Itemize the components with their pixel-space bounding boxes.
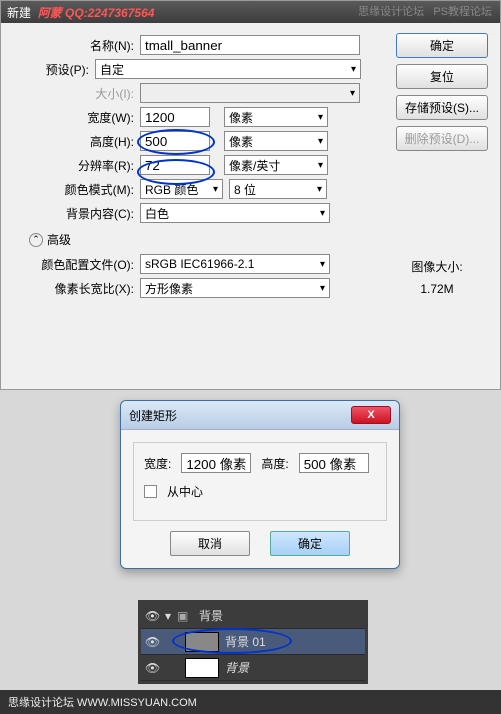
name-label: 名称(N): bbox=[15, 37, 140, 54]
form-area: 名称(N): 预设(P): 自定 大小(I): 宽度(W): 像素 高度(H):… bbox=[15, 31, 375, 302]
colorprofile-dropdown[interactable]: sRGB IEC61966-2.1 bbox=[140, 254, 330, 274]
delete-preset-button: 删除预设(D)... bbox=[396, 126, 488, 151]
preset-label: 预设(P): bbox=[15, 61, 95, 78]
close-button[interactable]: X bbox=[351, 406, 391, 424]
layer-thumbnail bbox=[185, 658, 219, 678]
bitdepth-dropdown[interactable]: 8 位 bbox=[229, 179, 327, 199]
name-input[interactable] bbox=[140, 35, 360, 55]
collapse-icon: ⌃ bbox=[29, 233, 43, 247]
button-column: 确定 复位 存储预设(S)... 删除预设(D)... bbox=[396, 33, 488, 157]
width-input[interactable] bbox=[140, 107, 210, 127]
image-size-info: 图像大小: 1.72M bbox=[392, 257, 482, 300]
height-label: 高度(H): bbox=[15, 133, 140, 150]
fromcenter-label: 从中心 bbox=[167, 483, 203, 500]
colormode-label: 颜色模式(M): bbox=[15, 181, 140, 198]
colorprofile-label: 颜色配置文件(O): bbox=[15, 256, 140, 273]
imagesize-label: 图像大小: bbox=[392, 257, 482, 279]
d2-height-input[interactable] bbox=[299, 453, 369, 473]
fromcenter-checkbox[interactable] bbox=[144, 485, 157, 498]
resolution-unit-dropdown[interactable]: 像素/英寸 bbox=[224, 155, 328, 175]
layers-panel: 👁 ▾ ▣ 背景 👁 背景 01 👁 背景 bbox=[138, 600, 368, 684]
group-name: 背景 bbox=[199, 607, 223, 624]
new-document-dialog: 新建 阿蒙 QQ:2247367564 思缘设计论坛 PS教程论坛 确定 复位 … bbox=[0, 0, 501, 390]
preset-dropdown[interactable]: 自定 bbox=[95, 59, 361, 79]
layer-thumbnail bbox=[185, 632, 219, 652]
bgcontent-dropdown[interactable]: 白色 bbox=[140, 203, 330, 223]
advanced-label: 高级 bbox=[47, 231, 71, 248]
d2-ok-button[interactable]: 确定 bbox=[270, 531, 350, 556]
advanced-toggle[interactable]: ⌃ 高级 bbox=[29, 231, 375, 248]
pixelaspect-dropdown[interactable]: 方形像素 bbox=[140, 278, 330, 298]
visibility-icon[interactable]: 👁 bbox=[145, 635, 159, 649]
dialog2-titlebar: 创建矩形 X bbox=[121, 401, 399, 430]
layer-group-row[interactable]: 👁 ▾ ▣ 背景 bbox=[141, 603, 365, 629]
d2-width-input[interactable] bbox=[181, 453, 251, 473]
folder-icon: ▣ bbox=[177, 609, 193, 623]
dialog2-title: 创建矩形 bbox=[129, 407, 177, 424]
size-dropdown bbox=[140, 83, 360, 103]
save-preset-button[interactable]: 存储预设(S)... bbox=[396, 95, 488, 120]
dialog-title: 新建 bbox=[7, 4, 31, 21]
reset-button[interactable]: 复位 bbox=[396, 64, 488, 89]
pixelaspect-label: 像素长宽比(X): bbox=[15, 280, 140, 297]
size-label: 大小(I): bbox=[15, 85, 140, 102]
imagesize-value: 1.72M bbox=[392, 279, 482, 301]
chevron-down-icon[interactable]: ▾ bbox=[165, 609, 171, 623]
bgcontent-label: 背景内容(C): bbox=[15, 205, 140, 222]
d2-height-label: 高度: bbox=[261, 455, 288, 472]
width-label: 宽度(W): bbox=[15, 109, 140, 126]
visibility-icon[interactable]: 👁 bbox=[145, 661, 159, 675]
d2-width-label: 宽度: bbox=[144, 455, 171, 472]
create-rectangle-dialog: 创建矩形 X 宽度: 高度: 从中心 取消 确定 bbox=[120, 400, 400, 569]
watermark: 思缘设计论坛 PS教程论坛 bbox=[358, 3, 492, 19]
resolution-input[interactable] bbox=[140, 155, 210, 175]
visibility-icon[interactable]: 👁 bbox=[145, 609, 159, 623]
author-credit: 阿蒙 QQ:2247367564 bbox=[38, 4, 155, 21]
page-footer: 思缘设计论坛 WWW.MISSYUAN.COM bbox=[0, 690, 501, 714]
layer-row[interactable]: 👁 背景 bbox=[141, 655, 365, 681]
titlebar: 新建 阿蒙 QQ:2247367564 思缘设计论坛 PS教程论坛 bbox=[1, 1, 500, 23]
height-input[interactable] bbox=[140, 131, 210, 151]
height-unit-dropdown[interactable]: 像素 bbox=[224, 131, 328, 151]
layer-name: 背景 bbox=[225, 659, 249, 676]
colormode-dropdown[interactable]: RGB 颜色 bbox=[140, 179, 223, 199]
layer-name: 背景 01 bbox=[225, 633, 266, 650]
resolution-label: 分辨率(R): bbox=[15, 157, 140, 174]
layer-row-selected[interactable]: 👁 背景 01 bbox=[141, 629, 365, 655]
ok-button[interactable]: 确定 bbox=[396, 33, 488, 58]
width-unit-dropdown[interactable]: 像素 bbox=[224, 107, 328, 127]
d2-cancel-button[interactable]: 取消 bbox=[170, 531, 250, 556]
